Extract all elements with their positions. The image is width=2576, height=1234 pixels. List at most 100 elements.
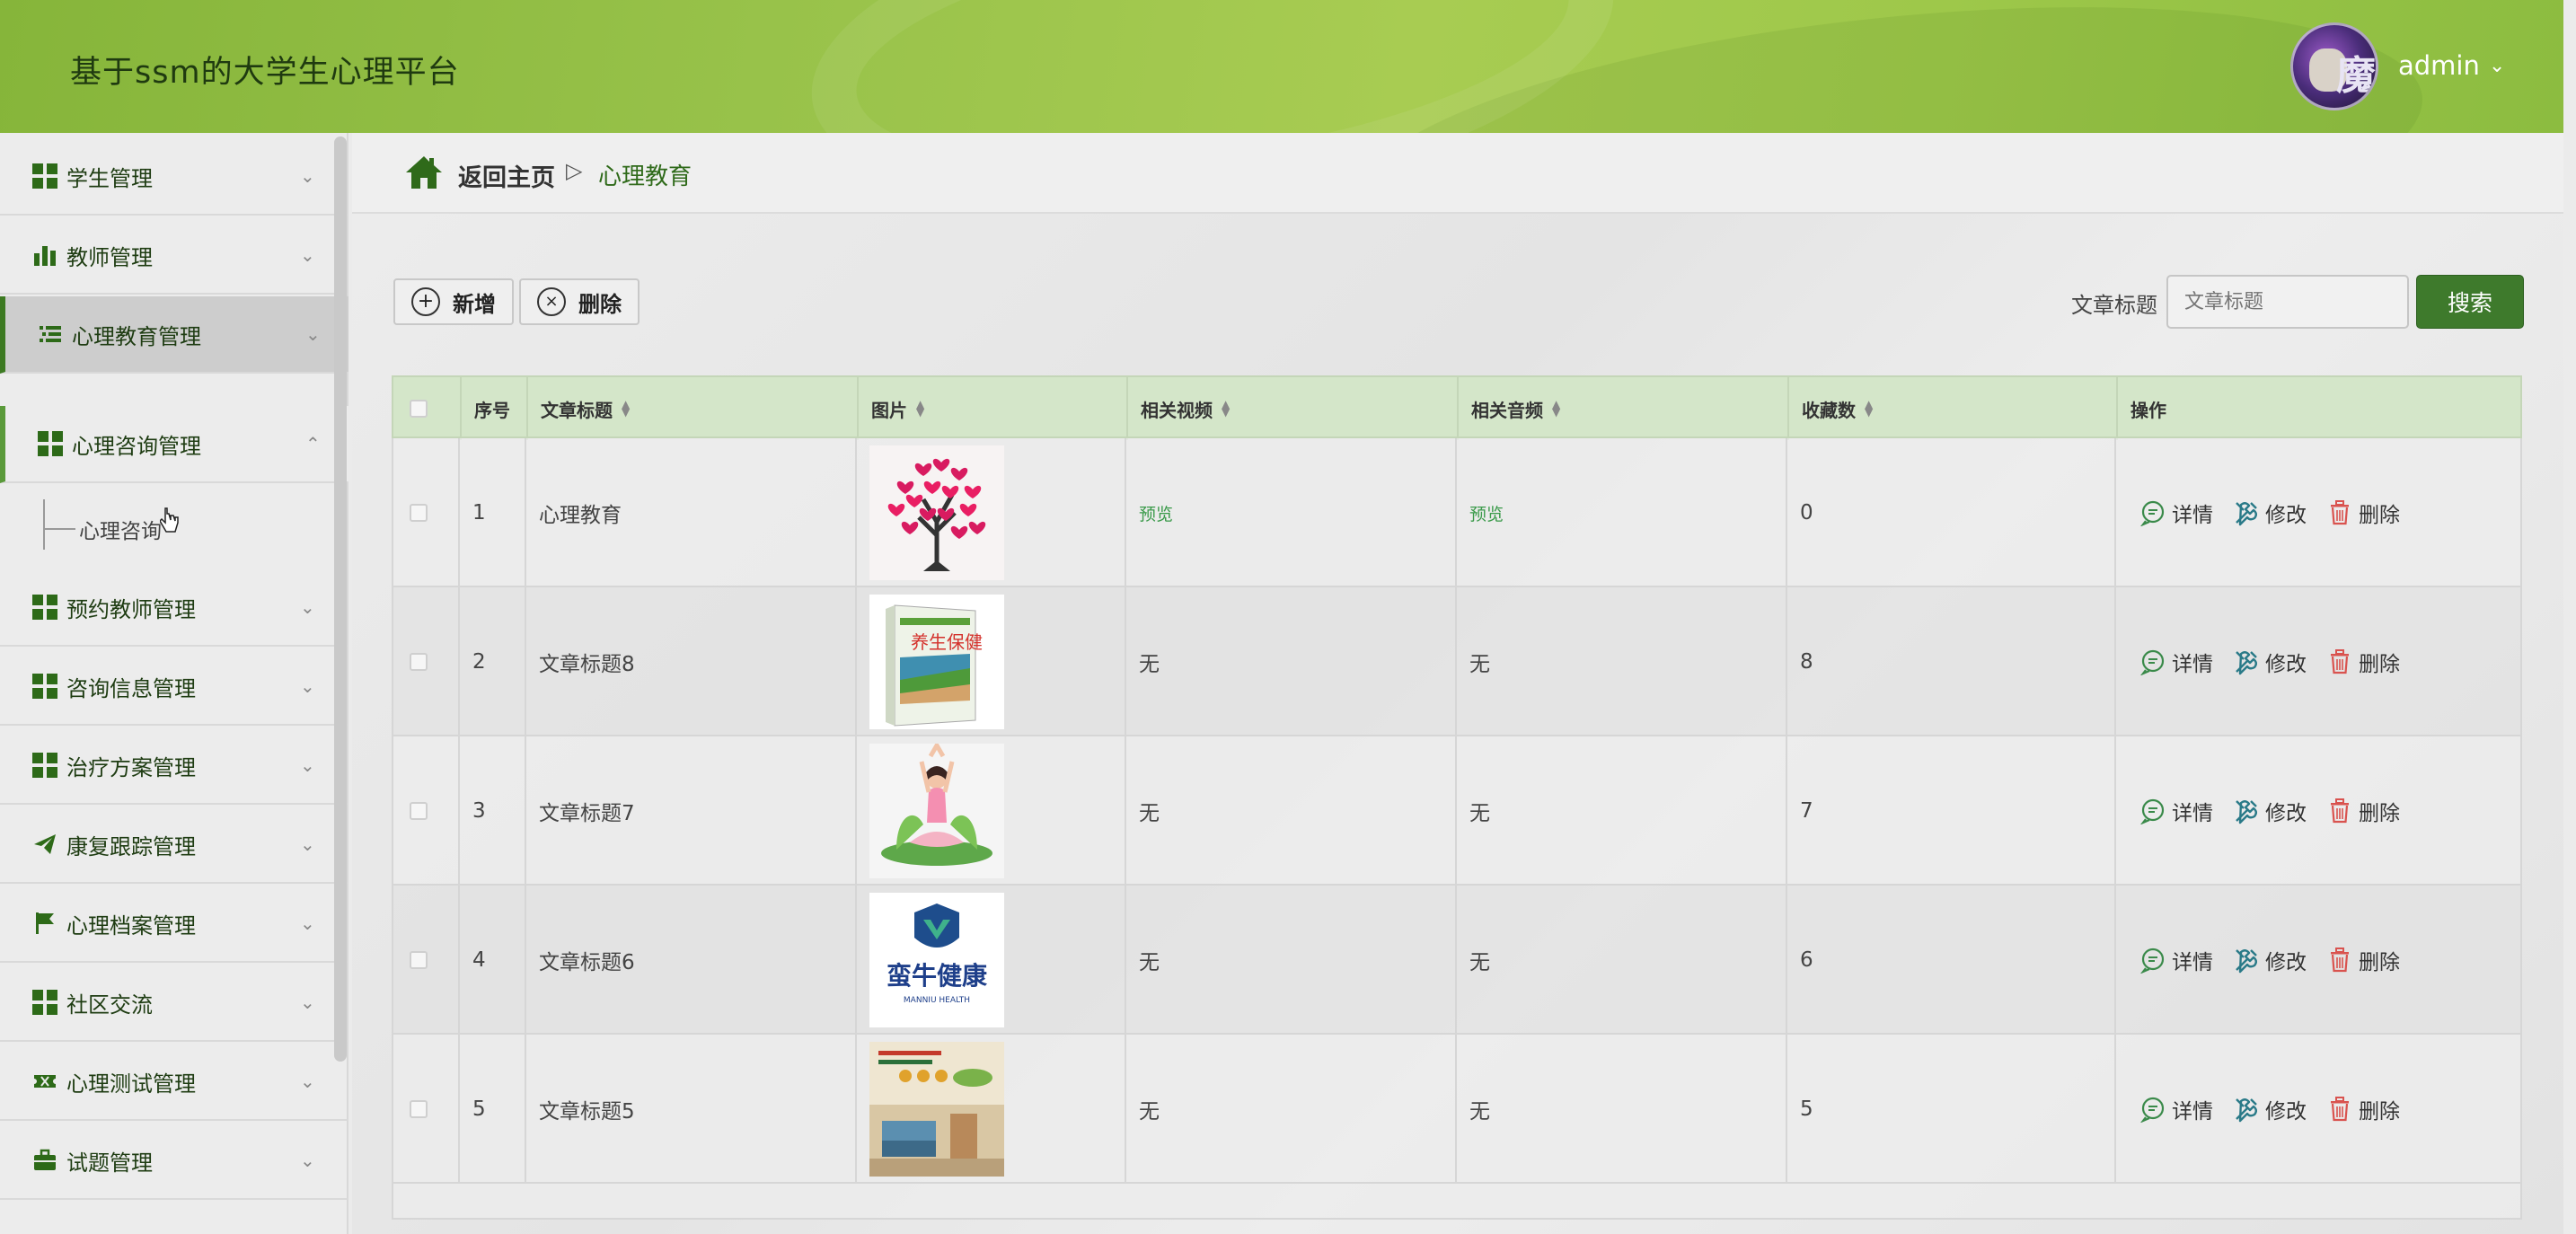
table-row: 2 文章标题8 养生保健无 无 8 详情 修改 删除 — [392, 587, 2522, 736]
chevron-up-icon: ⌃ — [305, 433, 321, 454]
row-checkbox[interactable] — [410, 1100, 428, 1118]
row-title: 文章标题7 — [526, 736, 857, 886]
health-book-image[interactable]: 养生保健 — [869, 595, 1004, 729]
avatar[interactable]: 魔 — [2290, 22, 2378, 110]
detail-button[interactable]: 详情 — [2139, 945, 2213, 975]
sidebar-item-10[interactable]: 社区交流 ⌄ — [0, 965, 348, 1042]
row-checkbox[interactable] — [410, 504, 428, 522]
edit-button[interactable]: 修改 — [2233, 796, 2307, 826]
sidebar-item-11[interactable]: 心理测试管理 ⌄ — [0, 1044, 348, 1121]
sidebar-item-12[interactable]: 试题管理 ⌄ — [0, 1123, 348, 1200]
row-image-cell: 养生保健 — [857, 587, 1126, 736]
sidebar-item-3[interactable]: 心理教育管理 ⌄ — [0, 296, 348, 374]
column-header[interactable]: 相关音频 ▲ ▼ — [1459, 377, 1789, 440]
trash-icon — [2331, 500, 2349, 525]
sort-icon[interactable]: ▲ ▼ — [622, 399, 630, 418]
briefcase-icon — [32, 1148, 57, 1173]
search-label: 文章标题 — [2071, 293, 2157, 318]
sidebar-item-6[interactable]: 咨询信息管理 ⌄ — [0, 648, 348, 726]
row-favorites: 8 — [1787, 587, 2116, 736]
add-button[interactable]: + 新增 — [393, 278, 514, 325]
row-delete-button[interactable]: 删除 — [2326, 498, 2400, 528]
breadcrumb-separator: ▷ — [566, 158, 583, 183]
sort-icon[interactable]: ▲ ▼ — [916, 399, 924, 418]
breadcrumb-home-link[interactable]: 返回主页 — [458, 158, 555, 193]
row-checkbox[interactable] — [410, 802, 428, 820]
tree-line — [43, 499, 79, 550]
column-header: 序号 — [462, 377, 528, 440]
list-icon — [38, 322, 63, 347]
user-menu[interactable]: admin ⌄ — [2398, 50, 2505, 81]
sidebar-item-4[interactable]: 心理咨询管理 ⌃ — [0, 406, 348, 483]
chevron-down-icon: ⌄ — [2488, 54, 2506, 77]
sidebar-item-1[interactable]: 学生管理 ⌄ — [0, 138, 348, 216]
yoga-image[interactable] — [869, 744, 1004, 878]
audio-none: 无 — [1469, 653, 1490, 676]
sidebar-item-2[interactable]: 教师管理 ⌄ — [0, 217, 348, 295]
sidebar-item-label: 学生管理 — [66, 165, 153, 191]
delete-button[interactable]: × 删除 — [519, 278, 640, 325]
heart-tree-image[interactable] — [869, 445, 1004, 580]
video-preview-link[interactable]: 预览 — [1139, 501, 1173, 525]
detail-button[interactable]: 详情 — [2139, 796, 2213, 826]
row-favorites: 7 — [1787, 736, 2116, 886]
sidebar-scrollbar[interactable] — [334, 137, 347, 1062]
row-favorites: 0 — [1787, 438, 2116, 587]
row-video-cell: 无 — [1126, 1035, 1457, 1184]
row-actions: 详情 修改 删除 — [2116, 587, 2520, 736]
row-delete-button[interactable]: 删除 — [2326, 1094, 2400, 1124]
row-number: 2 — [460, 587, 526, 736]
sidebar-item-7[interactable]: 治疗方案管理 ⌄ — [0, 727, 348, 805]
table-row: 3 文章标题7 无 无 7 详情 修改 删除 — [392, 736, 2522, 886]
row-image-cell — [857, 438, 1126, 587]
row-actions: 详情 修改 删除 — [2116, 438, 2520, 587]
row-checkbox[interactable] — [410, 653, 428, 671]
column-header[interactable]: 收藏数 ▲ ▼ — [1789, 377, 2118, 440]
sidebar-item-label: 治疗方案管理 — [66, 754, 196, 780]
row-delete-button[interactable]: 删除 — [2326, 647, 2400, 677]
detail-button[interactable]: 详情 — [2139, 647, 2213, 677]
sort-icon[interactable]: ▲ ▼ — [1865, 399, 1873, 418]
row-delete-button[interactable]: 删除 — [2326, 796, 2400, 826]
row-delete-button[interactable]: 删除 — [2326, 945, 2400, 975]
chevron-down-icon: ⌄ — [300, 754, 315, 776]
column-header-label: 相关音频 — [1471, 399, 1543, 421]
wrench-icon — [2236, 502, 2257, 526]
select-all-checkbox[interactable] — [410, 400, 428, 418]
row-audio-cell: 无 — [1457, 587, 1787, 736]
column-header: 操作 — [2118, 377, 2522, 440]
audio-none: 无 — [1469, 951, 1490, 974]
row-title: 心理教育 — [526, 438, 857, 587]
edit-button[interactable]: 修改 — [2233, 1094, 2307, 1124]
logo-brand-text: 蛮牛健康 — [887, 961, 988, 991]
edit-button[interactable]: 修改 — [2233, 647, 2307, 677]
home-icon[interactable] — [404, 153, 444, 192]
row-checkbox[interactable] — [410, 951, 428, 969]
breadcrumb-current: 心理教育 — [598, 163, 693, 190]
sort-icon[interactable]: ▲ ▼ — [1222, 399, 1230, 418]
chevron-down-icon: ⌄ — [300, 1071, 315, 1092]
row-delete-label: 删除 — [2359, 653, 2400, 676]
manniu-logo-image[interactable]: 蛮牛健康 MANNIU HEALTH — [869, 893, 1004, 1027]
sidebar-item-9[interactable]: 心理档案管理 ⌄ — [0, 886, 348, 963]
edit-label: 修改 — [2265, 504, 2307, 527]
sidebar-item-5[interactable]: 预约教师管理 ⌄ — [0, 569, 348, 647]
sort-icon[interactable]: ▲ ▼ — [1552, 399, 1560, 418]
comment-icon — [2140, 649, 2165, 675]
search-input[interactable] — [2166, 275, 2409, 329]
column-header[interactable]: 图片 ▲ ▼ — [859, 377, 1128, 440]
column-header[interactable]: 文章标题 ▲ ▼ — [528, 377, 859, 440]
search-button[interactable]: 搜索 — [2416, 275, 2524, 329]
comment-icon — [2140, 798, 2165, 824]
sidebar-item-8[interactable]: 康复跟踪管理 ⌄ — [0, 807, 348, 884]
sidebar-item-label: 康复跟踪管理 — [66, 833, 196, 859]
detail-button[interactable]: 详情 — [2139, 1094, 2213, 1124]
edit-button[interactable]: 修改 — [2233, 498, 2307, 528]
username: admin — [2398, 50, 2480, 81]
column-header[interactable]: 相关视频 ▲ ▼ — [1128, 377, 1459, 440]
audio-preview-link[interactable]: 预览 — [1469, 501, 1504, 525]
edit-button[interactable]: 修改 — [2233, 945, 2307, 975]
poster-image[interactable] — [869, 1042, 1004, 1177]
delete-button-label: 删除 — [578, 291, 622, 317]
detail-button[interactable]: 详情 — [2139, 498, 2213, 528]
